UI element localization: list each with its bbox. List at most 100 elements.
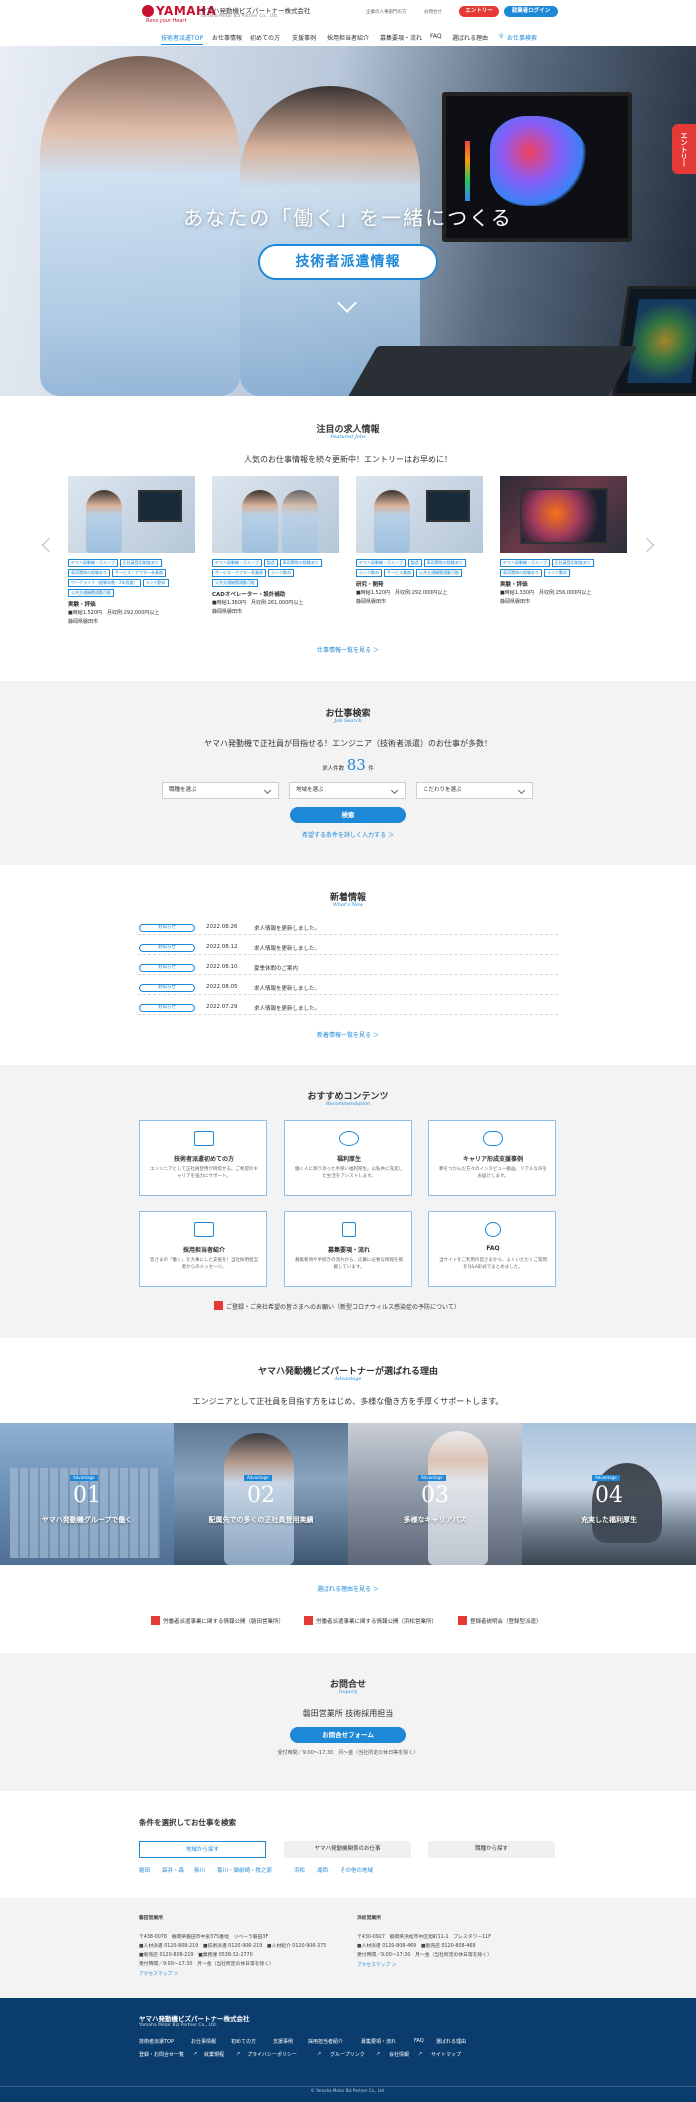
job-title: 実験・評価 (68, 602, 96, 608)
covid-notice-link[interactable]: ご登録・ご来社希望の皆さまへのお願い（新型コロナウィルス感染症の予防について） (226, 1302, 460, 1311)
reason-card-04[interactable]: Advantage 04 充実した福利厚生 (522, 1423, 696, 1565)
tab-area[interactable]: 地域から探す (139, 1841, 266, 1858)
footer-link-recruiters[interactable]: 採用担当者紹介 (308, 2038, 343, 2045)
area-select[interactable]: 地域を選ぶ (289, 782, 406, 799)
tab-yamaha-jobs[interactable]: ヤマハ発動機関係のお仕事 (284, 1841, 411, 1858)
hero-dispatch-button[interactable]: 技術者派遣情報 (258, 244, 438, 280)
search-button[interactable]: 検索 (290, 807, 406, 823)
login-button[interactable]: 就業者ログイン (504, 6, 558, 17)
nav-top[interactable]: 技術者派遣TOP (161, 33, 204, 45)
job-location: 静岡県磐田市 (356, 599, 387, 605)
footer-link-cases[interactable]: 支援事例 (273, 2038, 293, 2045)
footer-link-privacy[interactable]: プライバシーポリシー (247, 2051, 297, 2058)
registration-briefing-link[interactable]: 登録者説明会（登録型派遣） (470, 1617, 542, 1625)
footer-link-group[interactable]: グループリンク (330, 2051, 365, 2058)
news-item[interactable]: お知らせ 2022.08.05 求人情報を更新しました。 (138, 982, 558, 995)
job-tags: ヤマハ発動機・グループ 正社員登用制度あり 車両関係の経験あり ランク勤め (500, 559, 627, 577)
footer-link-reasons[interactable]: 選ばれる理由 (436, 2038, 466, 2045)
nav-cases[interactable]: 支援事例 (292, 33, 316, 42)
carousel-prev-icon[interactable] (41, 537, 57, 553)
footer-link-top[interactable]: 技術者派遣TOP (139, 2038, 174, 2045)
job-card[interactable]: ヤマハ発動機・グループ 正社員登用制度あり 車両関係の経験あり ランク勤め 実験… (500, 476, 627, 606)
nav-faq[interactable]: FAQ (430, 33, 442, 40)
carousel-next-icon[interactable] (639, 537, 655, 553)
hero-catchcopy: あなたの「働く」を一緒につくる (183, 206, 513, 230)
area-link-kakegawa[interactable]: 掛川 (194, 1866, 205, 1874)
area-link-kikugawa[interactable]: 菊川・御前崎・牧之原 (217, 1866, 272, 1874)
contact-section (0, 1653, 696, 1791)
util-link-corporate[interactable]: 企業の人事部門の方 (366, 9, 407, 15)
news-item[interactable]: お知らせ 2022.08.26 求人情報を更新しました。 (138, 922, 558, 935)
disclosure-hamamatsu-link[interactable]: 労働者派遣事業に関する情報公開（浜松営業所） (316, 1617, 437, 1625)
job-location: 静岡県磐田市 (212, 609, 243, 615)
office-hours: 受付時間／9:00〜17:30 月〜金（当社所定の休日等を除く） (139, 1962, 274, 1967)
nav-jobs[interactable]: お仕事情報 (212, 33, 242, 42)
news-item[interactable]: お知らせ 2022.08.12 求人情報を更新しました。 (138, 942, 558, 955)
footer-link-jobs[interactable]: お仕事情報 (191, 2038, 216, 2045)
job-card[interactable]: ヤマハ発動機・グループ 製造 車両関係の経験あり ランク勤め サービス業務 公共… (356, 476, 483, 606)
nav-beginners[interactable]: 初めての方 (250, 33, 280, 42)
job-list-link[interactable]: 仕事情報一覧を見る ＞ (0, 645, 696, 654)
nav-job-search[interactable]: お仕事検索 (507, 33, 537, 42)
util-link-contact[interactable]: お問合せ (424, 9, 442, 15)
news-list-link[interactable]: 新着情報一覧を見る ＞ (0, 1030, 696, 1039)
job-tag: サービス業務 (384, 569, 414, 577)
area-link-kosai[interactable]: 湖西 (317, 1866, 328, 1874)
pdf-icon (304, 1616, 313, 1625)
detail-search-link[interactable]: 希望する条件を詳しく入力する ＞ (0, 830, 696, 839)
office-building-photo (10, 1468, 160, 1558)
rec-card-welfare[interactable]: 福利厚生 働く人に寄り添った手厚い福利厚生。公私共に充実した生活をアシストします… (284, 1120, 412, 1196)
job-type-select[interactable]: 職種を選ぶ (162, 782, 279, 799)
rec-card-requirements[interactable]: 募集要項・流れ 募集要項や手続きの流れから、応募に必要な情報を掲載しています。 (284, 1211, 412, 1287)
nav-reasons[interactable]: 選ばれる理由 (452, 33, 488, 42)
news-badge: お知らせ (139, 984, 195, 992)
rec-card-recruiters[interactable]: 採用担当者紹介 皆さまの「働く」を大事にした支援を！当社採用担当者からのメッセー… (139, 1211, 267, 1287)
area-link-hamamatsu[interactable]: 浜松 (294, 1866, 305, 1874)
office-phones: ■人材派遣 0120-808-469 ■販売店 0120-808-469 (357, 1944, 476, 1949)
tab-job-type[interactable]: 職種から探す (428, 1841, 555, 1858)
job-card[interactable]: ヤマハ発動機・グループ 正社員登用制度あり 車両関係の経験あり サービス・アフタ… (68, 476, 195, 626)
news-item[interactable]: お知らせ 2022.07.29 求人情報を更新しました。 (138, 1002, 558, 1015)
nav-search-icon[interactable]: ⚲ (499, 33, 503, 40)
footer-link-sitemap[interactable]: サイトマップ (431, 2051, 461, 2058)
area-link-other[interactable]: その他の地域 (340, 1866, 373, 1874)
job-tag: サービス・アフター系業務 (212, 569, 266, 577)
news-item[interactable]: お知らせ 2022.08.10 夏季休暇のご案内 (138, 962, 558, 975)
job-tag: 公共交通機関通勤可能 (416, 569, 462, 577)
footer-link-beginners[interactable]: 初めての方 (231, 2038, 256, 2045)
news-text: 求人情報を更新しました。 (254, 946, 321, 952)
office-map-link[interactable]: アクセスマップ ＞ (139, 1970, 179, 1977)
reasons-link[interactable]: 選ばれる理由を見る ＞ (0, 1584, 696, 1593)
rec-card-beginners[interactable]: 技術者派遣初めての方 エンジニアとして正社員登用が目指せる。ご希望のキャリアを強… (139, 1120, 267, 1196)
rec-card-faq[interactable]: FAQ 当サイトをご利用の皆さまから、よくいただくご質問をQ&A形式でまとめまし… (428, 1211, 556, 1287)
office-map-link[interactable]: アクセスマップ ＞ (357, 1961, 397, 1968)
search-lead: ヤマハ発動機で正社員が目指せる！エンジニア（技術者派遣）のお仕事が多数！ (204, 739, 492, 748)
footer-link-rules[interactable]: 就業規程 (204, 2051, 224, 2058)
area-link-iwata[interactable]: 磐田 (139, 1866, 150, 1874)
footer-link-requirements[interactable]: 募集要項・流れ (361, 2038, 396, 2045)
job-photo (212, 476, 339, 553)
job-tag: ヤマハ発動機・グループ (356, 559, 406, 567)
preference-select[interactable]: こだわりを選ぶ (416, 782, 533, 799)
job-tag: 公共交通機関通勤可能 (212, 579, 258, 587)
reason-card-02[interactable]: Advantage 02 配属先での多くの正社員登用実績 (174, 1423, 348, 1565)
disclosure-iwata-link[interactable]: 労働者派遣事業に関する情報公開（磐田営業所） (163, 1617, 284, 1625)
news-text: 求人情報を更新しました。 (254, 986, 321, 992)
side-entry-tab[interactable]: エントリー (672, 124, 696, 174)
entry-button[interactable]: エントリー (459, 6, 499, 17)
job-photo (356, 476, 483, 553)
footer-link-contact-list[interactable]: 登録・お問合せ一覧 (139, 2051, 184, 2058)
reason-card-03[interactable]: Advantage 03 多様なキャリアパス (348, 1423, 522, 1565)
yamaha-tuning-fork-icon[interactable] (142, 5, 154, 17)
footer-link-faq[interactable]: FAQ (414, 2038, 424, 2044)
contact-form-button[interactable]: お問合せフォーム (290, 1727, 406, 1743)
job-count-label: 求人件数 (322, 766, 345, 772)
rec-card-career[interactable]: キャリア形成支援事例 夢をつかんだ方々のインタビュー動画。リアルな声をお届けしま… (428, 1120, 556, 1196)
area-link-fukuroi[interactable]: 袋井・森 (162, 1866, 184, 1874)
job-card[interactable]: ヤマハ発動機・グループ 製造 車両関係の経験あり サービス・アフター系業務 ラン… (212, 476, 339, 616)
footer-link-company[interactable]: 会社情報 (389, 2051, 409, 2058)
nav-requirements[interactable]: 募集要項・流れ (380, 33, 422, 42)
rec-card-desc: 皆さまの「働く」を大事にした支援を！当社採用担当者からのメッセージ。 (150, 1258, 258, 1270)
reason-card-01[interactable]: Advantage 01 ヤマハ発動機グループで働く (0, 1423, 174, 1565)
nav-recruiters[interactable]: 採用担当者紹介 (327, 33, 369, 42)
